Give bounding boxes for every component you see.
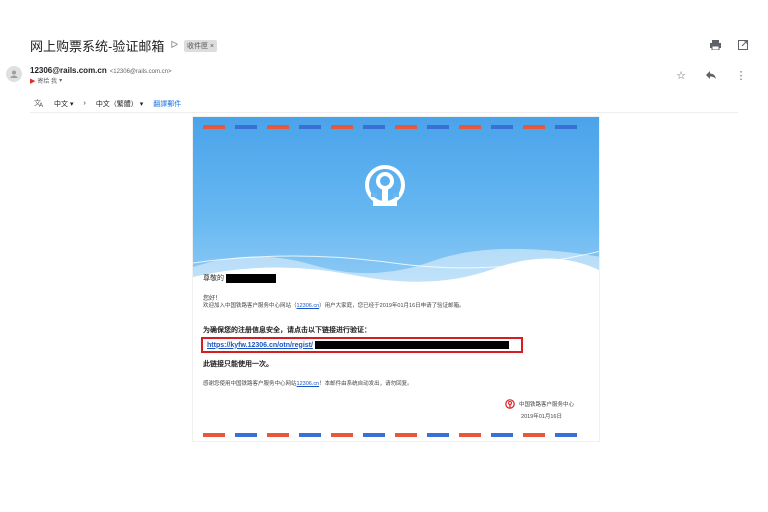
translate-message-link[interactable]: 翻譯郵件 [153, 99, 181, 109]
svg-text:A: A [39, 102, 44, 107]
star-icon[interactable]: ☆ [674, 68, 688, 82]
subject-row: 网上购票系统-验证邮箱 ᐅ 收件匣 × [30, 36, 218, 55]
message-actions: ☆ ⋮ [674, 68, 748, 82]
sender-header: 12306@rails.com.cn <12306@rails.com.cn> … [6, 66, 172, 85]
avatar [6, 66, 22, 82]
sender-address: <12306@rails.com.cn> [109, 69, 172, 75]
more-vert-icon[interactable]: ⋮ [734, 68, 748, 82]
footer-site-link[interactable]: 12306.cn [297, 381, 320, 387]
source-language-select[interactable]: 中文 ▾ [54, 99, 73, 109]
china-railway-logo [365, 165, 405, 206]
print-icon[interactable] [708, 38, 722, 52]
redacted-token [314, 341, 509, 349]
email-subject: 网上购票系统-验证邮箱 [30, 39, 165, 54]
translate-bar: 文A 中文 ▾ › 中文（繁體） ▾ 翻譯郵件 [34, 98, 181, 109]
flag-icon: ▶ [30, 77, 36, 85]
chevron-right-icon: › [83, 100, 86, 107]
railway-mini-logo [505, 399, 515, 409]
recipient-text: 寄给 我 [37, 79, 58, 85]
target-language-select[interactable]: 中文（繁體） ▾ [96, 99, 143, 109]
verification-link-highlight: https://kyfw.12306.cn/otn/regist/ [201, 337, 523, 353]
greeting-line: 尊敬的 [203, 273, 276, 283]
airmail-border-bottom [203, 433, 577, 437]
verification-instruction: 为确保您的注册信息安全，请点击以下链接进行验证： [203, 327, 371, 334]
chevron-down-icon[interactable]: ▾ [59, 77, 62, 84]
thanks-text: 感谢您使用中国铁路客户服务中心网站12306.cn！本邮件由系统自动发出，请勿回… [203, 381, 413, 387]
translate-icon: 文A [34, 98, 44, 109]
email-body-card: 尊敬的 您好！ 欢迎加入中国铁路客户服务中心网站（12306.cn）用户大家庭，… [192, 116, 600, 442]
hero-banner [193, 117, 599, 297]
thread-actions [708, 38, 750, 52]
sender-name[interactable]: 12306@rails.com.cn [30, 66, 107, 75]
signature-org: 中国铁路客户服务中心 [505, 399, 574, 409]
signature-date: 2019年01月16日 [521, 414, 562, 420]
sender-info: 12306@rails.com.cn <12306@rails.com.cn> … [30, 66, 172, 85]
inbox-label-chip[interactable]: 收件匣 × [184, 39, 218, 52]
one-time-notice: 此链接只能使用一次。 [203, 361, 273, 368]
reply-icon[interactable] [704, 68, 718, 82]
redacted-name [226, 273, 276, 283]
wave-decoration [193, 248, 599, 297]
verification-link[interactable]: https://kyfw.12306.cn/otn/regist/ [207, 342, 313, 349]
important-marker-icon[interactable]: ᐅ [170, 40, 178, 51]
open-in-new-icon[interactable] [736, 38, 750, 52]
divider [30, 112, 738, 113]
welcome-text: 欢迎加入中国铁路客户服务中心网站（12306.cn）用户大家庭，您已经于2019… [203, 303, 465, 309]
site-link[interactable]: 12306.cn [297, 303, 320, 309]
airmail-border-top [203, 125, 577, 129]
